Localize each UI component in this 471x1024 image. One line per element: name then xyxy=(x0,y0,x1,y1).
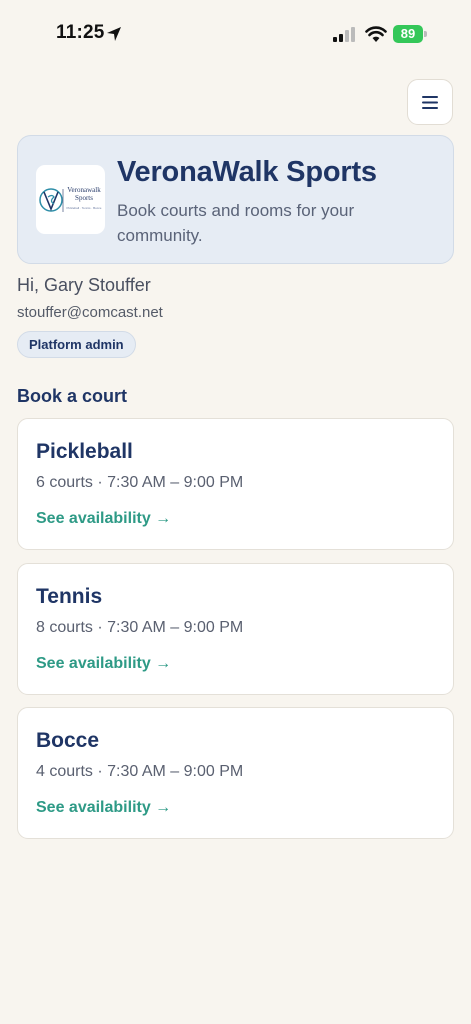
see-availability-link[interactable]: See availability → xyxy=(36,510,171,528)
wifi-icon xyxy=(365,26,387,42)
app-subtitle: Book courts and rooms for your community… xyxy=(117,201,355,245)
role-badge: Platform admin xyxy=(17,331,136,358)
logo-tagline: Pickleball · Tennis · Bocce xyxy=(66,206,102,210)
brand-header-card: Veronawalk Sports Pickleball · Tennis · … xyxy=(17,135,454,264)
user-greeting: Hi, Gary Stouffer xyxy=(17,275,151,295)
battery-nub xyxy=(424,31,427,37)
logo-line-1: Veronawalk xyxy=(67,186,101,194)
court-name: Tennis xyxy=(36,585,103,608)
court-details: 6 courts · 7:30 AM – 9:00 PM xyxy=(36,474,244,491)
section-title: Book a court xyxy=(17,386,128,406)
location-arrow-icon xyxy=(107,27,121,41)
court-details: 8 courts · 7:30 AM – 9:00 PM xyxy=(36,619,244,636)
status-time: 11:25 xyxy=(56,22,105,43)
court-details: 4 courts · 7:30 AM – 9:00 PM xyxy=(36,763,244,780)
court-card-bocce[interactable]: Bocce 4 courts · 7:30 AM – 9:00 PM See a… xyxy=(17,707,454,839)
battery-indicator: 89 xyxy=(393,25,423,43)
court-card-tennis[interactable]: Tennis 8 courts · 7:30 AM – 9:00 PM See … xyxy=(17,563,454,695)
app-title: VeronaWalk Sports xyxy=(117,156,377,188)
court-card-pickleball[interactable]: Pickleball 6 courts · 7:30 AM – 9:00 PM … xyxy=(17,418,454,550)
logo-line-2: Sports xyxy=(75,194,93,202)
see-availability-link[interactable]: See availability → xyxy=(36,655,171,673)
court-name: Bocce xyxy=(36,729,100,752)
brand-logo: Veronawalk Sports Pickleball · Tennis · … xyxy=(36,165,105,234)
see-availability-link[interactable]: See availability → xyxy=(36,799,171,817)
user-email: stouffer@comcast.net xyxy=(17,304,163,321)
court-name: Pickleball xyxy=(36,440,133,463)
hamburger-menu-icon xyxy=(422,95,438,109)
status-bar: 11:25 89 xyxy=(0,0,471,70)
logo-wordmark: Veronawalk Sports xyxy=(63,186,105,202)
cellular-signal-icon xyxy=(333,27,355,42)
menu-button[interactable] xyxy=(407,79,453,125)
